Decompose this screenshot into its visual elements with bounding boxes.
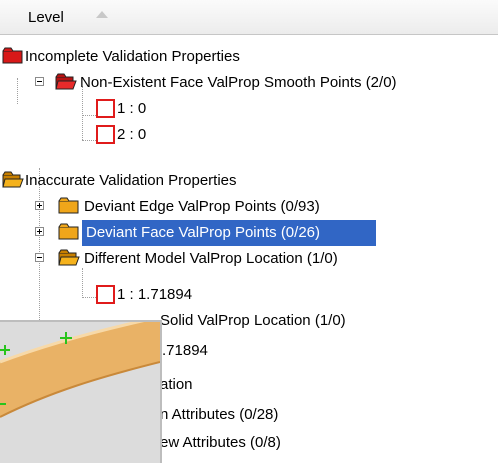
tree-node-label: Non-Existent Face ValProp Smooth Points … [80,74,397,91]
tree-leaf-2-0[interactable]: 2 : 0 [0,122,498,148]
tree-node-label: Deviant Face ValProp Points (0/26) [86,224,321,241]
model-surface-image [0,322,160,463]
tree-node-label: Different Model ValProp Location (1/0) [84,250,338,267]
tree-node-label: 1 : 1.71894 [117,286,193,303]
red-square-icon [96,125,115,144]
tree-node-label: ew Attributes (0/8) [160,434,281,451]
column-header-title: Level [28,9,64,26]
tree-node-label: .71894 [162,342,208,359]
tree-node-incomplete-validation[interactable]: Incomplete Validation Properties [0,44,498,70]
tree-node-inaccurate-validation[interactable]: Inaccurate Validation Properties [0,168,498,194]
tree-node-label: Solid ValProp Location (1/0) [160,312,346,329]
tree-node-label: Inaccurate Validation Properties [25,172,237,189]
tree-node-label: Incomplete Validation Properties [25,48,240,65]
tree-node-label: ation [160,376,193,393]
red-folder-open-icon [55,73,77,90]
tree-leaf-1-1-71894[interactable]: 1 : 1.71894 [0,282,498,308]
orange-folder-icon [58,197,79,214]
tree-node-label: 1 : 0 [117,100,147,117]
tree-node-non-existent-face[interactable]: Non-Existent Face ValProp Smooth Points … [0,70,498,96]
red-square-icon [96,285,115,304]
tree-leaf-1-0[interactable]: 1 : 0 [0,96,498,122]
collapse-icon[interactable] [35,77,44,86]
orange-folder-open-icon [58,249,80,266]
orange-folder-icon [58,223,79,240]
column-header-level[interactable]: Level [0,0,498,35]
tree-node-different-model[interactable]: Different Model ValProp Location (1/0) [0,246,498,272]
tree-node-label: Deviant Edge ValProp Points (0/93) [84,198,320,215]
tree-node-deviant-face-selected[interactable]: Deviant Face ValProp Points (0/26) [0,220,498,246]
collapse-icon[interactable] [35,253,44,262]
model-viewport-preview[interactable] [0,320,162,463]
red-folder-icon [2,47,23,64]
tree-node-label: n Attributes (0/28) [160,406,279,423]
tree-node-label: 2 : 0 [117,126,147,143]
expand-icon[interactable] [35,227,44,236]
red-square-icon [96,99,115,118]
orange-folder-open-icon [2,171,24,188]
sort-ascending-icon [96,11,108,18]
expand-icon[interactable] [35,201,44,210]
tree-node-deviant-edge[interactable]: Deviant Edge ValProp Points (0/93) [0,194,498,220]
